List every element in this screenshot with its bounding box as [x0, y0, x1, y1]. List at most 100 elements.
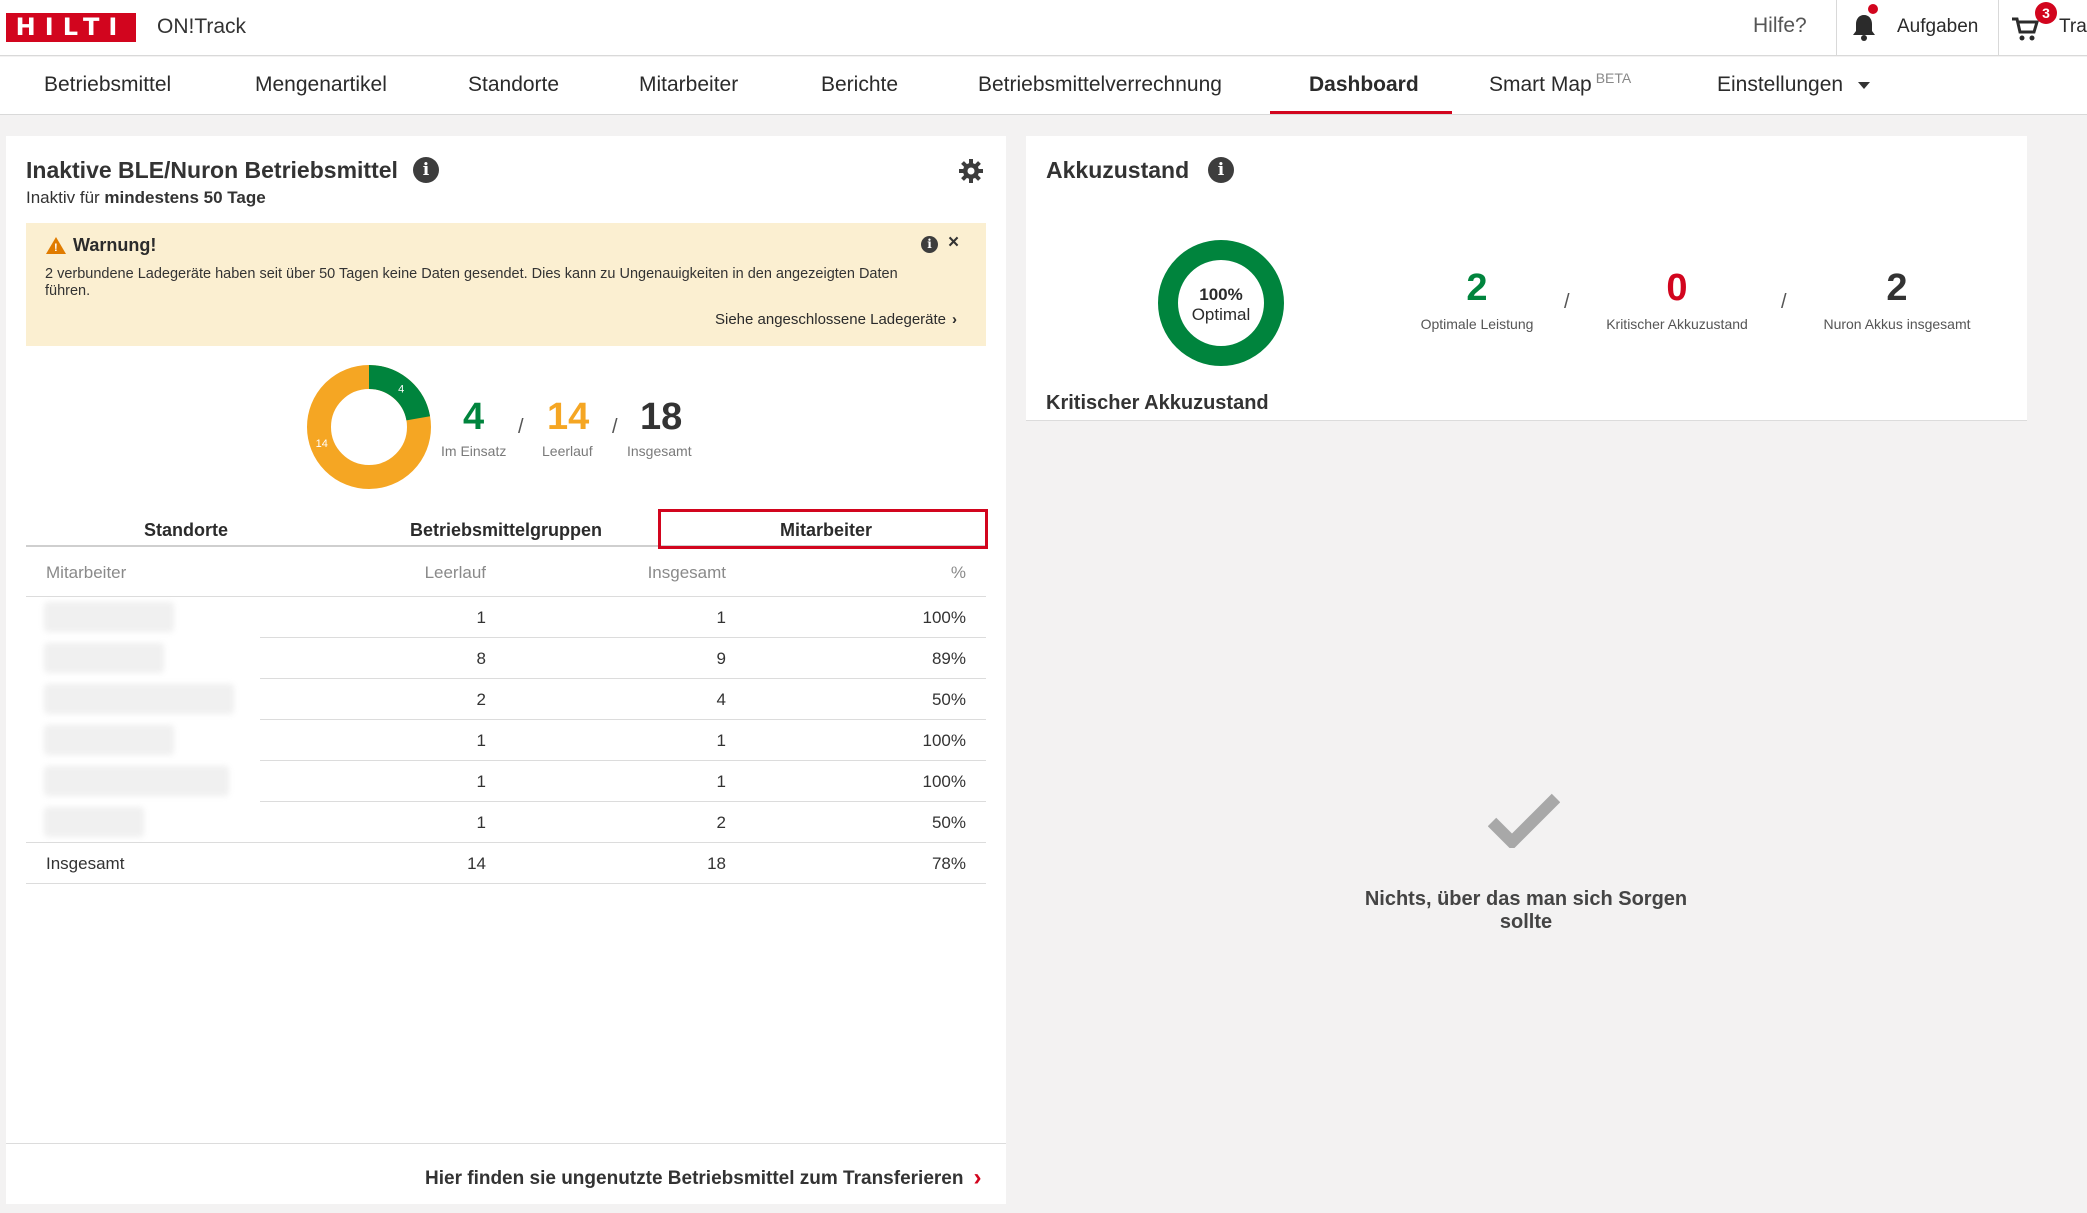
beta-badge: BETA [1595, 70, 1632, 86]
stat-in-use-label: Im Einsatz [441, 443, 507, 459]
transfer-assets-label: Hier finden sie ungenutzte Betriebsmitte… [425, 1168, 964, 1189]
battery-donut-label: Optimal [1192, 305, 1251, 324]
warning-title: Warnung! [73, 235, 157, 255]
checkmark-icon [1488, 793, 1560, 848]
nav-standorte[interactable]: Standorte [468, 73, 559, 97]
cart-badge: 3 [2035, 2, 2057, 24]
cell-insgesamt: 1 [716, 772, 726, 791]
transfer-link[interactable]: Tra [2059, 16, 2087, 38]
warning-text: 2 verbundene Ladegeräte haben seit über … [45, 266, 898, 299]
row-divider [260, 678, 986, 679]
nav-einstellungen[interactable]: Einstellungen [1717, 73, 1843, 97]
hilti-logo[interactable]: HILTI [6, 13, 136, 42]
critical-battery-title: Kritischer Akkuzustand [1046, 392, 1269, 414]
total-leerlauf: 14 [467, 854, 486, 873]
cell-percent: 50% [931, 690, 966, 709]
info-icon[interactable]: i [1208, 157, 1234, 183]
inactive-donut-chart: 4 14 [307, 365, 431, 489]
cell-insgesamt: 1 [716, 731, 726, 750]
nav-smart-map-label: Smart Map [1489, 73, 1592, 96]
battery-optimal-label: Optimale Leistung [1420, 316, 1534, 332]
cell-leerlauf: 1 [476, 608, 486, 627]
donut-label-in-use: 4 [398, 384, 404, 396]
main-nav: Betriebsmittel Mengenartikel Standorte M… [0, 57, 2087, 115]
nav-mitarbeiter[interactable]: Mitarbeiter [639, 73, 738, 97]
cell-leerlauf: 1 [476, 772, 486, 791]
battery-divider [1026, 420, 2027, 421]
cell-insgesamt: 9 [716, 649, 726, 668]
no-issues-message: Nichts, über das man sich Sorgen sollte [1364, 888, 1688, 933]
divider [1998, 0, 1999, 56]
battery-critical-label: Kritischer Akkuzustand [1606, 316, 1748, 332]
tab-betriebsmittelgruppen[interactable]: Betriebsmittelgruppen [346, 520, 666, 541]
divider [1836, 0, 1837, 56]
redacted-name [44, 602, 174, 632]
battery-total-label: Nuron Akkus insgesamt [1823, 316, 1971, 332]
total-insgesamt: 18 [707, 854, 726, 873]
battery-optimal-value: 2 [1466, 267, 1488, 309]
chargers-link-label: Siehe angeschlossene Ladegeräte [715, 311, 947, 328]
col-header-mitarbeiter[interactable]: Mitarbeiter [46, 563, 126, 583]
notification-dot [1868, 4, 1878, 14]
row-divider [26, 883, 986, 884]
row-divider [260, 760, 986, 761]
donut-in-use-segment [368, 365, 431, 422]
slash-separator: / [612, 416, 618, 438]
slash-separator: / [1781, 291, 1787, 313]
subtitle-prefix: Inaktiv für [26, 188, 105, 207]
inactive-title: Inaktive BLE/Nuron Betriebsmittel [26, 157, 398, 183]
cell-insgesamt: 2 [716, 813, 726, 832]
redacted-name [44, 766, 229, 796]
stat-in-use-value: 4 [463, 396, 485, 438]
app-name: ON!Track [157, 15, 247, 38]
chevron-right-icon: › [973, 1164, 982, 1191]
col-header-insgesamt[interactable]: Insgesamt [600, 563, 726, 583]
stat-total-value: 18 [640, 396, 683, 438]
chargers-link[interactable]: Siehe angeschlossene Ladegeräte › [715, 311, 957, 328]
logo-text: HILTI [15, 13, 127, 41]
redacted-name [44, 807, 144, 837]
battery-donut-chart: 100% Optimal [1158, 240, 1284, 366]
nav-berichte[interactable]: Berichte [821, 73, 898, 97]
nav-mengenartikel[interactable]: Mengenartikel [255, 73, 387, 97]
gear-icon[interactable] [958, 158, 984, 184]
row-divider [260, 637, 986, 638]
slash-separator: / [518, 416, 524, 438]
col-header-leerlauf[interactable]: Leerlauf [380, 563, 486, 583]
slash-separator: / [1564, 291, 1570, 313]
nav-smart-map[interactable]: Smart Map BETA [1489, 70, 1632, 97]
cell-percent: 89% [931, 649, 966, 668]
nav-betriebsmittel[interactable]: Betriebsmittel [44, 73, 171, 97]
nav-dashboard[interactable]: Dashboard [1309, 73, 1419, 97]
transfer-assets-link[interactable]: Hier finden sie ungenutzte Betriebsmitte… [425, 1163, 981, 1191]
battery-critical-value: 0 [1666, 267, 1688, 309]
close-icon[interactable]: × [948, 232, 959, 254]
cell-leerlauf: 1 [476, 731, 486, 750]
tasks-link[interactable]: Aufgaben [1897, 16, 1978, 38]
stat-idle-label: Leerlauf [542, 443, 593, 459]
chevron-down-icon[interactable] [1858, 82, 1870, 89]
inactive-subtitle: Inaktiv für mindestens 50 Tage [26, 188, 266, 208]
warning-icon-mark: ! [54, 242, 58, 254]
cell-percent: 50% [931, 813, 966, 832]
info-icon[interactable]: i [921, 236, 938, 253]
bell-icon[interactable] [1850, 12, 1878, 42]
donut-label-idle: 14 [316, 438, 328, 450]
help-link[interactable]: Hilfe? [1753, 14, 1807, 38]
row-divider [260, 801, 986, 802]
info-icon[interactable]: i [413, 157, 439, 183]
row-divider [260, 719, 986, 720]
cell-insgesamt: 1 [716, 608, 726, 627]
battery-title: Akkuzustand [1046, 157, 1190, 183]
cart-icon[interactable] [2011, 16, 2039, 42]
top-bar: HILTI ON!Track Hilfe? Aufgaben 3 Tra [0, 0, 2087, 56]
cell-leerlauf: 8 [476, 649, 486, 668]
total-percent: 78% [931, 854, 966, 873]
tab-standorte[interactable]: Standorte [26, 520, 346, 541]
col-header-percent[interactable]: % [900, 563, 966, 583]
row-divider [26, 596, 986, 597]
total-label: Insgesamt [46, 854, 125, 873]
redacted-name [44, 684, 234, 714]
nav-betriebsmittelverrechnung[interactable]: Betriebsmittelverrechnung [978, 73, 1222, 97]
stat-total-label: Insgesamt [627, 443, 692, 459]
